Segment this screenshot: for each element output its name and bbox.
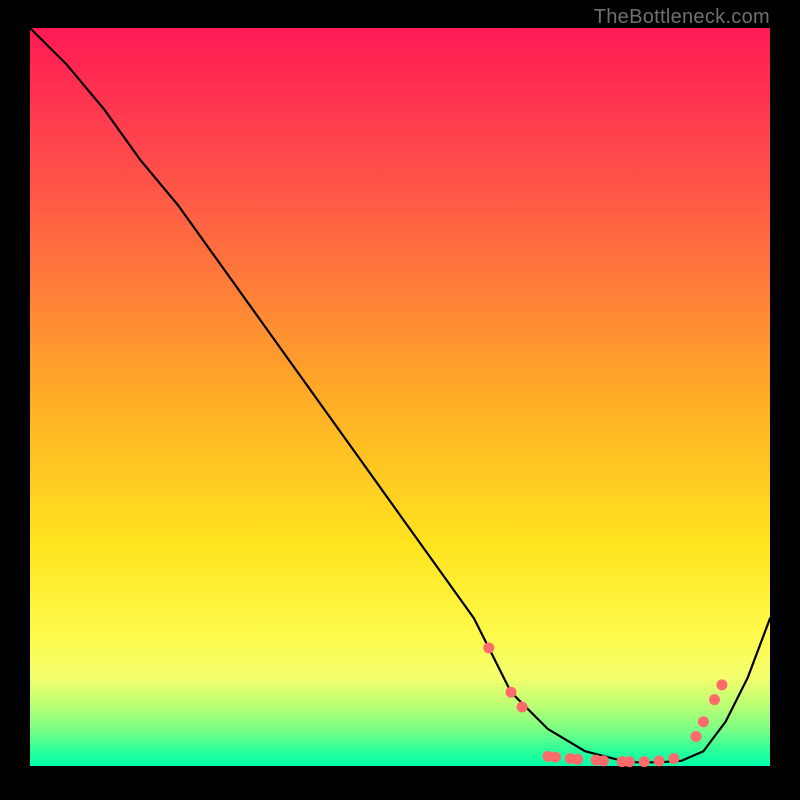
chart-frame: TheBottleneck.com <box>0 0 800 800</box>
curve-markers <box>483 642 727 767</box>
curve-marker <box>483 642 494 653</box>
bottleneck-curve <box>30 28 770 762</box>
plot-area <box>30 28 770 766</box>
curve-marker <box>624 756 635 767</box>
curve-marker <box>668 753 679 764</box>
curve-marker <box>691 731 702 742</box>
curve-marker <box>709 694 720 705</box>
curve-marker <box>517 701 528 712</box>
curve-marker <box>654 755 665 766</box>
curve-layer <box>30 28 770 766</box>
curve-marker <box>572 754 583 765</box>
curve-marker <box>716 679 727 690</box>
attribution-watermark: TheBottleneck.com <box>594 6 770 29</box>
curve-marker <box>506 687 517 698</box>
curve-marker <box>698 716 709 727</box>
curve-marker <box>550 752 561 763</box>
curve-marker <box>598 755 609 766</box>
curve-marker <box>639 756 650 767</box>
